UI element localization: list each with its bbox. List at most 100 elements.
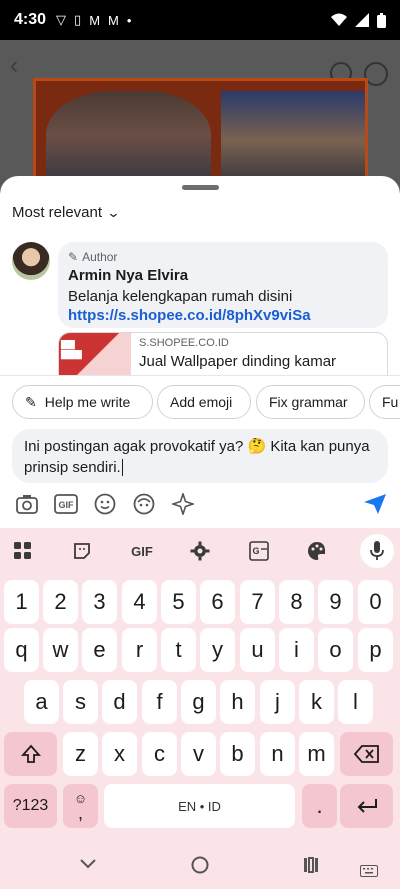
key-2[interactable]: 2 <box>43 580 78 624</box>
key-k[interactable]: k <box>299 680 334 724</box>
key-n[interactable]: n <box>260 732 295 776</box>
help-me-write-chip[interactable]: ✎ Help me write <box>12 385 153 419</box>
svg-text:GIF: GIF <box>59 500 75 510</box>
battery-icon <box>377 12 386 28</box>
more-chip[interactable]: Fu <box>369 385 400 419</box>
comma-label: , <box>77 803 83 823</box>
key-a[interactable]: a <box>24 680 59 724</box>
author-name[interactable]: Armin Nya Elvira <box>68 267 378 284</box>
sort-label: Most relevant <box>12 204 103 221</box>
theme-palette-icon[interactable] <box>304 538 330 564</box>
sort-dropdown[interactable]: Most relevant ⌄ <box>12 204 121 221</box>
comment-bubble[interactable]: ✎ Author Armin Nya Elvira Belanja keleng… <box>58 242 388 328</box>
apps-grid-icon[interactable] <box>10 538 36 564</box>
key-4[interactable]: 4 <box>122 580 157 624</box>
backspace-key[interactable] <box>340 732 393 776</box>
key-i[interactable]: i <box>279 628 314 672</box>
symbols-key[interactable]: ?123 <box>4 784 57 828</box>
avatar[interactable] <box>12 242 50 280</box>
comment-input-text: Ini postingan agak provokatif ya? 🤔 Kita… <box>24 438 370 476</box>
add-emoji-chip[interactable]: Add emoji <box>157 385 251 419</box>
key-y[interactable]: y <box>200 628 235 672</box>
comment-text: Belanja kelengkapan rumah disini <box>68 288 293 305</box>
emoji-comma-key[interactable]: ☺ , <box>63 784 98 828</box>
text-cursor <box>121 459 123 476</box>
key-x[interactable]: x <box>102 732 137 776</box>
key-t[interactable]: t <box>161 628 196 672</box>
key-1[interactable]: 1 <box>4 580 39 624</box>
keyboard-switch-icon[interactable] <box>360 861 378 882</box>
key-8[interactable]: 8 <box>279 580 314 624</box>
comment-input[interactable]: Ini postingan agak provokatif ya? 🤔 Kita… <box>12 429 388 483</box>
author-badge-label: Author <box>82 250 118 264</box>
emoji-icon[interactable] <box>92 491 118 517</box>
key-6[interactable]: 6 <box>200 580 235 624</box>
comment-composer: Ini postingan agak provokatif ya? 🤔 Kita… <box>0 425 400 528</box>
key-o[interactable]: o <box>318 628 353 672</box>
key-r[interactable]: r <box>122 628 157 672</box>
enter-return-icon <box>357 799 377 813</box>
gmail-icon-2: M <box>108 12 119 28</box>
translate-icon[interactable]: G <box>246 538 272 564</box>
keyboard: GIF G 1 2 3 4 5 6 7 8 9 0 q w e r t y u … <box>0 528 400 839</box>
gmail-icon: M <box>89 12 101 28</box>
key-5[interactable]: 5 <box>161 580 196 624</box>
settings-gear-icon[interactable] <box>187 538 213 564</box>
nav-back-chevron-icon[interactable] <box>80 853 96 874</box>
avatar-sticker-icon[interactable] <box>131 491 157 517</box>
gif-keyboard-icon[interactable]: GIF <box>126 538 158 564</box>
comment-link[interactable]: https://s.shopee.co.id/8phXv9viSa <box>68 307 378 324</box>
key-l[interactable]: l <box>338 680 373 724</box>
key-0[interactable]: 0 <box>358 580 393 624</box>
key-p[interactable]: p <box>358 628 393 672</box>
space-bar[interactable]: EN • ID <box>104 784 295 828</box>
key-c[interactable]: c <box>142 732 177 776</box>
send-icon[interactable] <box>362 491 388 517</box>
key-g[interactable]: g <box>181 680 216 724</box>
more-chip-label: Fu <box>382 394 399 410</box>
vpn-icon: ▽ <box>56 12 67 27</box>
key-b[interactable]: b <box>220 732 255 776</box>
key-u[interactable]: u <box>240 628 275 672</box>
key-f[interactable]: f <box>142 680 177 724</box>
key-7[interactable]: 7 <box>240 580 275 624</box>
nav-recents-icon[interactable] <box>303 857 319 878</box>
ai-suggestion-chips: ✎ Help me write Add emoji Fix grammar Fu <box>0 375 400 425</box>
status-time: 4:30 <box>14 11 47 28</box>
background-post: ‹ <box>0 40 400 198</box>
link-title: Jual Wallpaper dinding kamar <box>139 353 337 370</box>
keyboard-toolbar: GIF G <box>0 528 400 572</box>
fix-grammar-chip[interactable]: Fix grammar <box>256 385 365 419</box>
back-arrow-icon: ‹ <box>10 52 18 79</box>
key-j[interactable]: j <box>260 680 295 724</box>
camera-icon[interactable] <box>14 491 40 517</box>
sparkle-sticker-icon[interactable] <box>170 491 196 517</box>
key-9[interactable]: 9 <box>318 580 353 624</box>
key-v[interactable]: v <box>181 732 216 776</box>
pencil-icon: ✎ <box>68 250 79 264</box>
gif-icon[interactable]: GIF <box>53 491 79 517</box>
nav-home-icon[interactable] <box>191 856 209 879</box>
sheet-drag-handle[interactable] <box>182 185 219 190</box>
notification-icons: ▽ ▯ M M • <box>56 12 131 28</box>
sticker-icon[interactable] <box>69 538 95 564</box>
pen-sparkle-icon: ✎ <box>25 393 37 410</box>
key-m[interactable]: m <box>299 732 334 776</box>
dot-icon: • <box>126 12 132 28</box>
shift-key[interactable] <box>4 732 57 776</box>
key-h[interactable]: h <box>220 680 255 724</box>
key-3[interactable]: 3 <box>82 580 117 624</box>
period-key[interactable]: . <box>302 784 337 828</box>
key-s[interactable]: s <box>63 680 98 724</box>
signal-icon <box>355 13 369 27</box>
link-domain: S.SHOPEE.CO.ID <box>139 337 229 349</box>
enter-key[interactable] <box>340 784 393 828</box>
key-e[interactable]: e <box>82 628 117 672</box>
add-emoji-label: Add emoji <box>170 394 233 410</box>
key-z[interactable]: z <box>63 732 98 776</box>
microphone-icon[interactable] <box>360 534 394 568</box>
key-d[interactable]: d <box>102 680 137 724</box>
key-w[interactable]: w <box>43 628 78 672</box>
shift-arrow-icon <box>20 744 41 763</box>
key-q[interactable]: q <box>4 628 39 672</box>
